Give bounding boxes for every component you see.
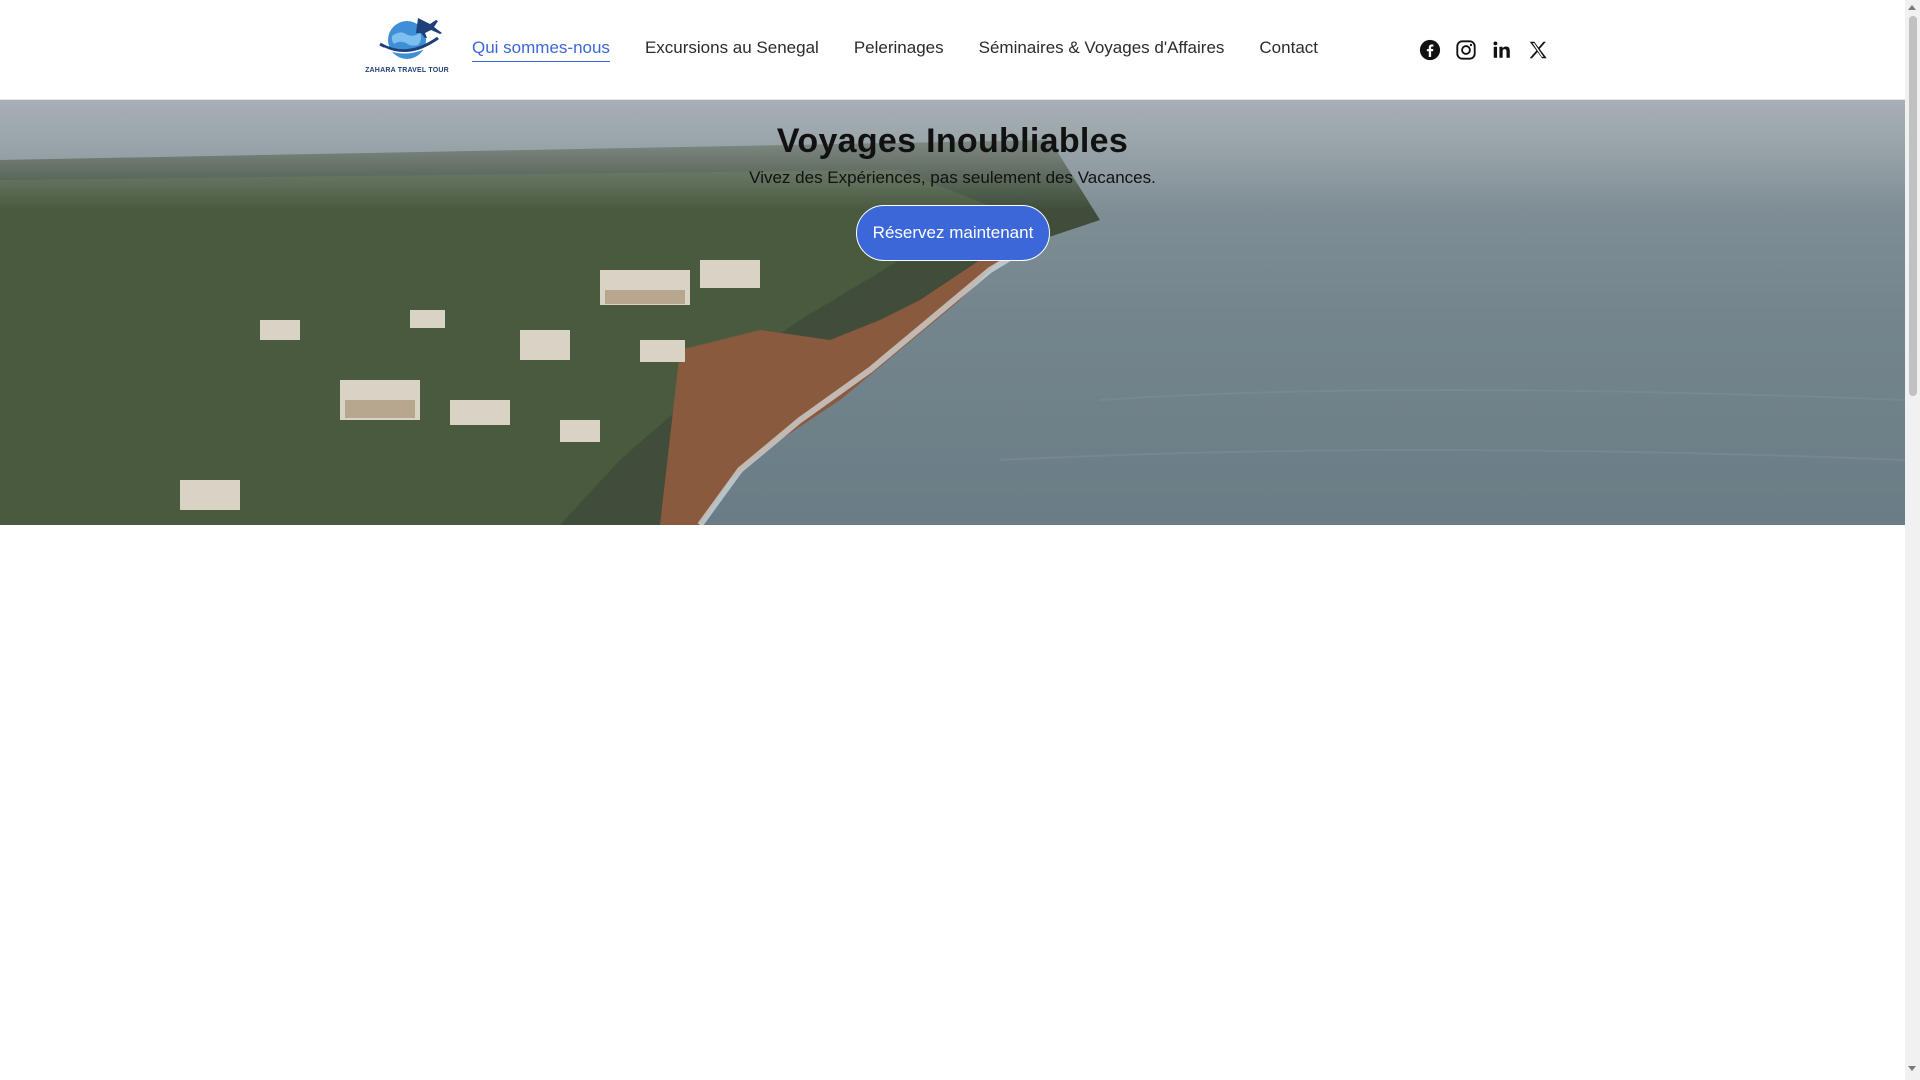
main-nav: Qui sommes-nous Excursions au Senegal Pe…: [472, 36, 1318, 64]
hero-title: Voyages Inoubliables: [776, 122, 1129, 160]
nav-item-seminaires[interactable]: Séminaires & Voyages d'Affaires: [979, 38, 1225, 62]
nav-item-pelerinages[interactable]: Pelerinages: [854, 38, 944, 62]
hero-banner: Voyages Inoubliables Vivez des Expérienc…: [0, 100, 1905, 525]
scroll-up-arrow-icon[interactable]: [1908, 5, 1916, 10]
scroll-down-arrow-icon[interactable]: [1908, 1066, 1916, 1071]
scrollbar-thumb[interactable]: [1909, 16, 1917, 396]
nav-item-contact[interactable]: Contact: [1259, 38, 1318, 62]
instagram-icon[interactable]: [1454, 38, 1478, 62]
brand-logo[interactable]: ZAHARA TRAVEL TOUR: [365, 12, 449, 86]
globe-airplane-logo-icon: [379, 18, 442, 59]
nav-item-excursions[interactable]: Excursions au Senegal: [645, 38, 819, 62]
site-header: ZAHARA TRAVEL TOUR Qui sommes-nous Excur…: [0, 0, 1905, 100]
x-twitter-icon[interactable]: [1526, 38, 1550, 62]
content-area: [0, 525, 1905, 1080]
social-links: [1418, 36, 1550, 64]
book-now-button[interactable]: Réservez maintenant: [856, 205, 1050, 261]
linkedin-icon[interactable]: [1490, 38, 1514, 62]
page: ZAHARA TRAVEL TOUR Qui sommes-nous Excur…: [0, 0, 1905, 1080]
brand-name: ZAHARA TRAVEL TOUR: [365, 67, 449, 74]
facebook-icon[interactable]: [1418, 38, 1442, 62]
hero-background-image: [0, 100, 1905, 525]
hero-subtitle: Vivez des Expériences, pas seulement des…: [749, 168, 1156, 187]
nav-item-qui-sommes-nous[interactable]: Qui sommes-nous: [472, 38, 610, 62]
